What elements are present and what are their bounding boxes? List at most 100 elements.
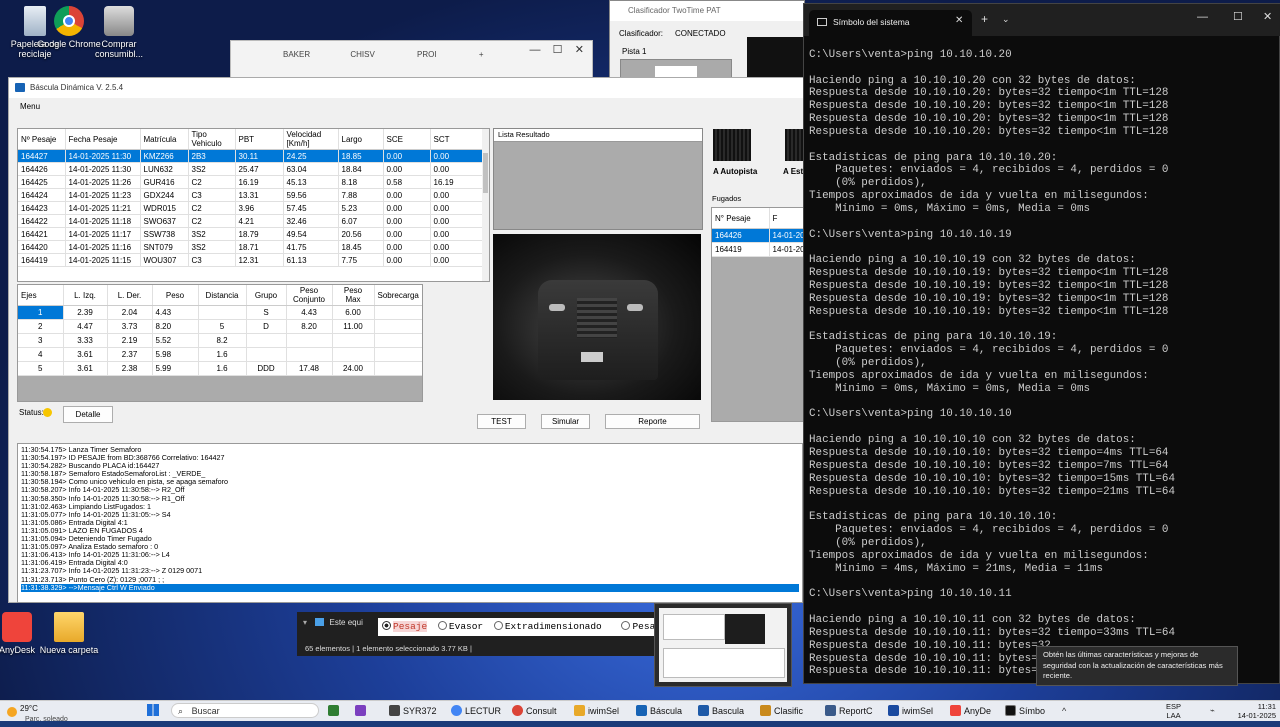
terminal-tab[interactable]: Símbolo del sistema ✕ bbox=[809, 10, 972, 36]
column-header[interactable]: Fecha Pesaje bbox=[65, 129, 141, 150]
table-row[interactable]: 164424 14-01-2025 11:23 GDX244 C3 13.31 59.56… bbox=[18, 188, 483, 202]
explorer-tab-2[interactable]: CHISV bbox=[350, 50, 374, 59]
taskbar-app-syr372[interactable]: SYR372 bbox=[389, 704, 437, 718]
radio-evasor-label[interactable]: Evasor bbox=[449, 621, 483, 632]
column-header[interactable]: Largo bbox=[338, 129, 384, 150]
menu-item[interactable]: Menu bbox=[20, 102, 40, 111]
network-icon[interactable]: ⌁ bbox=[1210, 704, 1215, 718]
table-row[interactable]: 164421 14-01-2025 11:17 SSW738 3S2 18.79 49.5… bbox=[18, 227, 483, 241]
column-header[interactable]: PBT bbox=[235, 129, 284, 150]
clock[interactable]: 11:31 14-01-2025 bbox=[1228, 702, 1276, 720]
terminal-output[interactable]: C:\Users\venta>ping 10.10.10.20 Haciendo… bbox=[809, 36, 1277, 681]
column-header[interactable]: Peso Conjunto bbox=[286, 285, 333, 306]
explorer-tab-1[interactable]: BAKER bbox=[283, 50, 310, 59]
table-row[interactable]: 3 3.33 2.19 5.52 8.2 bbox=[18, 333, 422, 348]
taskbar-app-lectur[interactable]: LECTUR bbox=[451, 704, 501, 718]
fugados-table[interactable]: N° PesajeF 16442614-01-202516441914-01-2… bbox=[711, 207, 807, 422]
weighings-table[interactable]: Nº Pesaje Fecha Pesaje Matrícula Tipo Vehic… bbox=[17, 128, 490, 282]
clasificador-window[interactable]: Clasificador TwoTime PAT Clasificador: CO… bbox=[609, 0, 805, 81]
column-header[interactable]: Ejes bbox=[18, 285, 64, 306]
explorer-nav-item[interactable]: Este equi bbox=[329, 618, 362, 627]
column-header[interactable]: Peso bbox=[152, 285, 199, 306]
column-header[interactable]: L. Izq. bbox=[63, 285, 108, 306]
tab-close-icon[interactable]: ✕ bbox=[955, 15, 963, 26]
taskbar-app-iwimsel[interactable]: iwimSel bbox=[574, 704, 619, 718]
taskbar-preview[interactable] bbox=[654, 603, 792, 687]
radio-evasor[interactable] bbox=[437, 621, 447, 630]
column-header[interactable]: Peso Max bbox=[332, 285, 375, 306]
radio-extradimensionado[interactable] bbox=[493, 621, 503, 630]
column-header[interactable]: F bbox=[769, 208, 806, 229]
radio-extradimensionado-label[interactable]: Extradimensionado bbox=[505, 621, 602, 632]
column-header[interactable]: Velocidad [Km/h] bbox=[283, 129, 339, 150]
test-button[interactable]: TEST bbox=[477, 414, 526, 429]
taskbar-app-bascula[interactable]: Báscula bbox=[636, 704, 682, 718]
system-tray-chevron-icon[interactable]: ^ bbox=[1062, 704, 1066, 718]
language-indicator[interactable]: ESP LAA bbox=[1166, 702, 1181, 720]
radio-pesaje-label[interactable]: Pesaje bbox=[393, 621, 428, 632]
table-row[interactable]: 1 2.39 2.04 4.43 S 4.43 6.00 bbox=[18, 305, 422, 320]
terminal-window[interactable]: Símbolo del sistema ✕ + ⌄ — ☐ ✕ C:\Users… bbox=[803, 3, 1280, 684]
taskbar-app-terminal[interactable]: Símbo bbox=[1005, 704, 1045, 718]
column-header[interactable]: Matrícula bbox=[140, 129, 189, 150]
radio-pesaj-label[interactable]: Pesaj bbox=[632, 621, 656, 632]
column-header[interactable]: SCT bbox=[430, 129, 483, 150]
report-button[interactable]: Reporte bbox=[605, 414, 700, 429]
new-tab-icon[interactable]: + bbox=[479, 50, 484, 59]
clasificador-pista-label: Pista 1 bbox=[622, 47, 647, 56]
table-row[interactable]: 164423 14-01-2025 11:21 WDR015 C2 3.96 57.45 5… bbox=[18, 201, 483, 215]
taskbar-app-anydesk[interactable]: AnyDe bbox=[950, 704, 991, 718]
table-row[interactable]: 164427 14-01-2025 11:30 KMZ266 2B3 30.11 24.2… bbox=[18, 149, 483, 163]
simulate-button[interactable]: Simular bbox=[541, 414, 590, 429]
maximize-icon[interactable]: ☐ bbox=[553, 44, 563, 56]
column-header[interactable]: Grupo bbox=[246, 285, 287, 306]
new-tab-icon[interactable]: + bbox=[981, 12, 988, 26]
maximize-icon[interactable]: ☐ bbox=[1233, 10, 1243, 23]
new-folder-shortcut[interactable]: Nueva carpeta bbox=[34, 612, 104, 655]
taskbar-app-bascula-2[interactable]: Bascula bbox=[698, 704, 744, 718]
axles-table[interactable]: Ejes L. Izq. L. Der. Peso Distancia Grupo Peso… bbox=[17, 284, 423, 402]
taskbar-icon-2[interactable] bbox=[355, 704, 369, 718]
column-header[interactable]: N° Pesaje bbox=[712, 208, 770, 229]
radio-pesaje[interactable] bbox=[382, 621, 391, 630]
taskbar-app-clasific[interactable]: Clasific bbox=[760, 704, 803, 718]
close-icon[interactable]: ✕ bbox=[575, 44, 584, 56]
taskbar-app-iwimsel-2[interactable]: iwimSel bbox=[888, 704, 933, 718]
minimize-icon[interactable]: — bbox=[529, 44, 540, 56]
table-row[interactable]: 5 3.61 2.38 5.99 1.6 DDD 17.48 24.00 bbox=[18, 361, 422, 376]
column-header[interactable]: Distancia bbox=[198, 285, 247, 306]
table-row[interactable]: 4 3.61 2.37 5.98 1.6 bbox=[18, 347, 422, 362]
table-row[interactable]: 16441914-01-2025 bbox=[712, 242, 806, 257]
weighings-scrollbar[interactable] bbox=[482, 129, 489, 281]
column-header[interactable]: Tipo Vehiculo bbox=[188, 129, 236, 150]
radio-pesaj[interactable] bbox=[621, 621, 631, 630]
column-header[interactable]: SCE bbox=[383, 129, 431, 150]
table-row[interactable]: 164419 14-01-2025 11:15 WOU307 C3 12.31 61.13… bbox=[18, 253, 483, 267]
table-row[interactable]: 16442614-01-2025 bbox=[712, 228, 806, 243]
table-row[interactable]: 164426 14-01-2025 11:30 LUN632 3S2 25.47 63.0… bbox=[18, 162, 483, 176]
table-row[interactable]: 164425 14-01-2025 11:26 GUR416 C2 16.19 45.13… bbox=[18, 175, 483, 189]
column-header[interactable]: Sobrecarga bbox=[374, 285, 422, 306]
table-row[interactable]: 164420 14-01-2025 11:16 SNT079 3S2 18.71 41.7… bbox=[18, 240, 483, 254]
mode-radio-group[interactable]: Pesaje Evasor Extradimensionado Pesaj bbox=[378, 618, 656, 636]
table-row[interactable]: 164422 14-01-2025 11:18 SWO637 C2 4.21 32.46 6… bbox=[18, 214, 483, 228]
taskbar-app-consult[interactable]: Consult bbox=[512, 704, 557, 718]
taskbar-icon-1[interactable] bbox=[328, 704, 342, 718]
comprar-consumibles-shortcut[interactable]: Comprar consumibl... bbox=[84, 6, 154, 59]
start-button[interactable] bbox=[147, 704, 159, 720]
detail-button[interactable]: Detalle bbox=[63, 406, 113, 423]
table-row[interactable]: 2 4.47 3.73 8.20 5 D 8.20 11.00 bbox=[18, 319, 422, 334]
column-header[interactable]: L. Der. bbox=[107, 285, 153, 306]
minimize-icon[interactable]: — bbox=[1197, 11, 1208, 23]
search-box[interactable]: ⌕ Buscar bbox=[171, 703, 319, 718]
chevron-down-icon[interactable]: ⌄ bbox=[1002, 14, 1010, 25]
weather-widget[interactable]: 29°C Parc. soleado bbox=[7, 702, 68, 723]
taskbar-app-reportc[interactable]: ReportC bbox=[825, 704, 873, 718]
column-header[interactable]: Nº Pesaje bbox=[18, 129, 66, 150]
close-icon[interactable]: ✕ bbox=[1263, 10, 1272, 23]
event-log[interactable]: 11:30:54.175> Lanza Timer Semaforo 11:30:… bbox=[17, 443, 803, 603]
result-list[interactable]: Lista Resultado bbox=[493, 128, 703, 230]
chevron-right-icon[interactable]: ▾ bbox=[303, 618, 307, 627]
explorer-tab-3[interactable]: PROI bbox=[417, 50, 437, 59]
explorer-window[interactable]: BAKER CHISV PROI + — ☐ ✕ bbox=[230, 40, 593, 80]
